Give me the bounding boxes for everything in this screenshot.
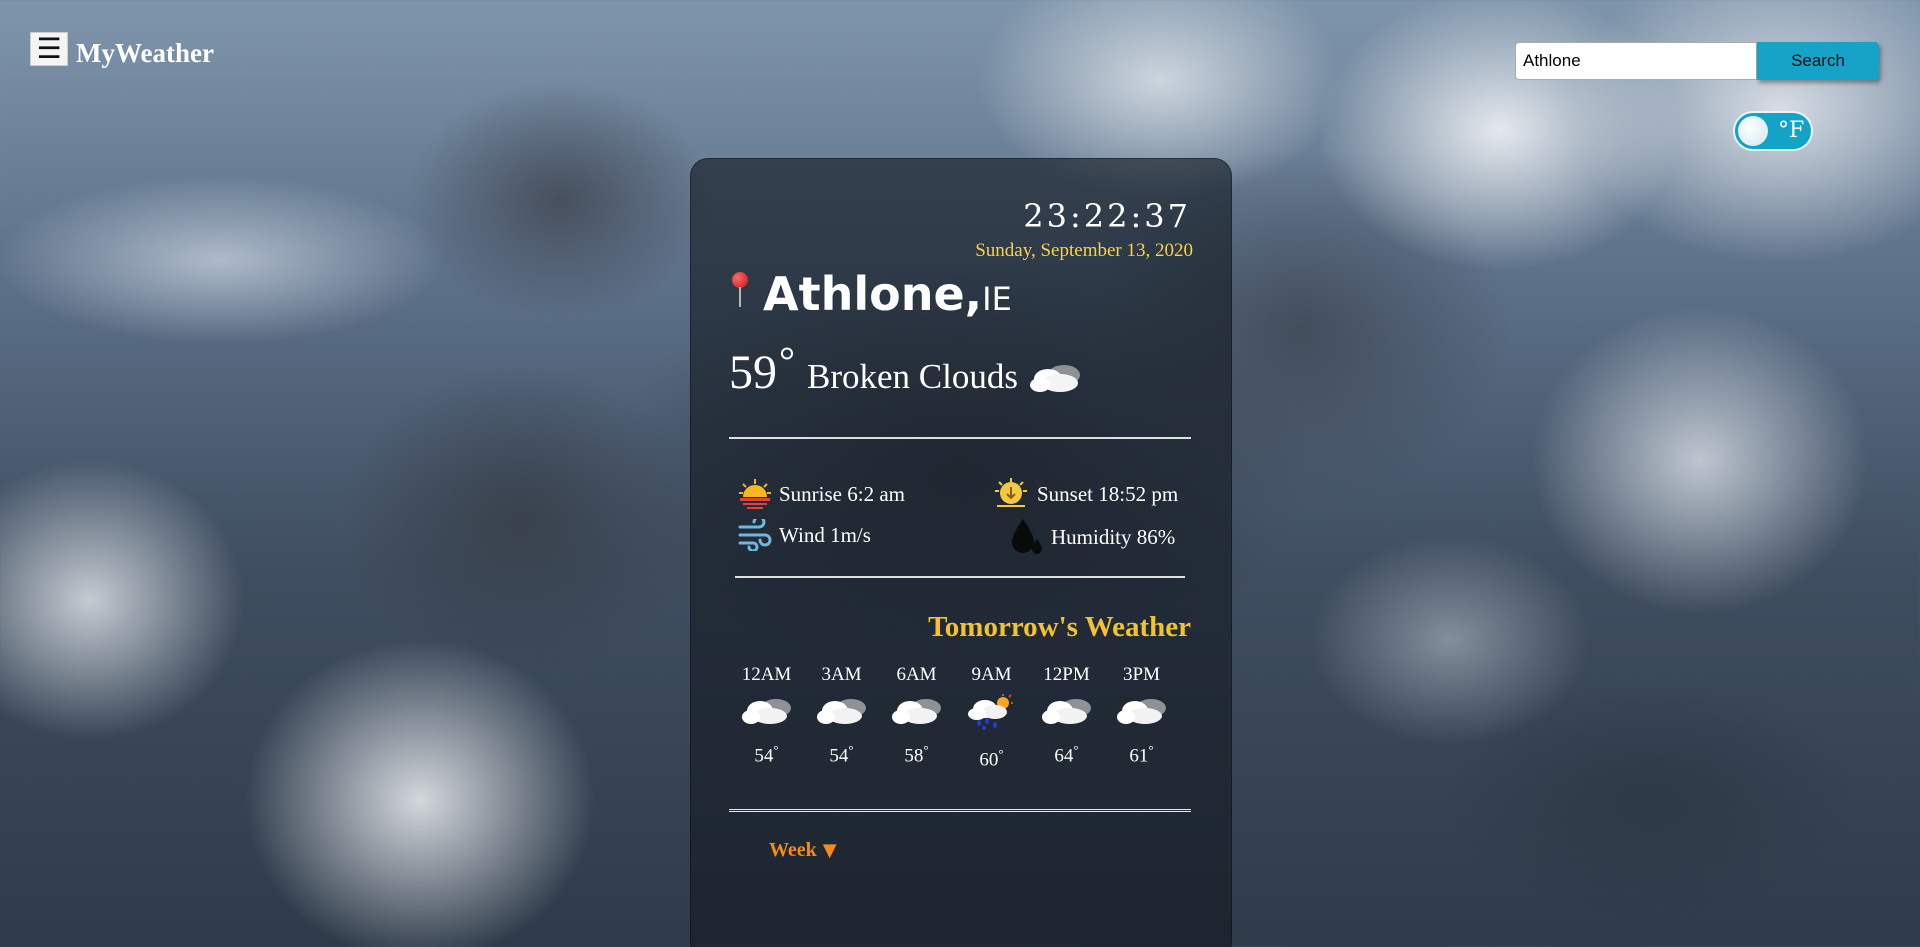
hour-temp-value: 60 xyxy=(979,749,999,771)
chevron-down-icon: ▼ xyxy=(822,840,837,861)
hour-forecast: 12AM 54° xyxy=(729,664,804,771)
wind-stat: Wind 1m/s xyxy=(737,519,871,551)
wind-icon xyxy=(738,519,772,551)
toggle-knob xyxy=(1738,116,1768,146)
hour-time: 12PM xyxy=(1043,664,1090,685)
sunset-stat: Sunset 18:52 pm xyxy=(991,477,1178,511)
wind-text: Wind 1m/s xyxy=(779,522,871,547)
cloudy-icon xyxy=(891,699,941,724)
sunset-text: Sunset 18:52 pm xyxy=(1037,481,1179,506)
current-temperature: 59 xyxy=(729,346,777,399)
tomorrow-title: Tomorrow's Weather xyxy=(928,611,1191,643)
hour-temp-value: 54 xyxy=(829,745,849,767)
country-code: IE xyxy=(982,280,1012,318)
hour-temp-value: 61 xyxy=(1129,745,1149,767)
search-input[interactable] xyxy=(1515,42,1757,80)
current-date: Sunday, September 13, 2020 xyxy=(975,240,1193,261)
cloud-icon xyxy=(1029,365,1080,392)
hour-temp: 54° xyxy=(729,742,804,767)
current-time: 23:22:37 xyxy=(1023,197,1191,235)
degree-symbol: ° xyxy=(923,742,929,757)
unit-label: °F xyxy=(1778,118,1805,143)
cloudy-icon xyxy=(1116,699,1166,724)
degree-symbol: ° xyxy=(779,338,795,383)
divider xyxy=(729,809,1191,812)
degree-symbol: ° xyxy=(1148,742,1154,757)
app-header: ☰ MyWeather xyxy=(30,32,214,68)
degree-symbol: ° xyxy=(773,742,779,757)
hour-forecast: 9AM 60° xyxy=(954,664,1029,771)
sunrise-stat: Sunrise 6:2 am xyxy=(737,477,905,511)
hour-temp-value: 58 xyxy=(904,745,924,767)
hourly-forecast: 12AM 54° 3AM 54° 6AM 58° 9AM 60° 12PM 64… xyxy=(729,664,1199,771)
hour-time: 9AM xyxy=(971,664,1012,685)
week-toggle[interactable]: Week ▼ xyxy=(769,839,837,862)
humidity-text: Humidity 86% xyxy=(1051,524,1176,549)
hour-temp: 64° xyxy=(1029,742,1104,767)
hour-temp: 58° xyxy=(879,742,954,767)
degree-symbol: ° xyxy=(998,746,1004,761)
hour-temp: 54° xyxy=(804,742,879,767)
hour-forecast: 12PM 64° xyxy=(1029,664,1104,771)
degree-symbol: ° xyxy=(1073,742,1079,757)
hour-temp-value: 64 xyxy=(1054,745,1074,767)
city-name: Athlone, xyxy=(763,267,983,321)
cloudy-icon xyxy=(1041,699,1091,724)
divider xyxy=(729,437,1191,439)
weather-description: Broken Clouds xyxy=(807,357,1018,396)
divider xyxy=(735,576,1185,578)
location-pin-icon xyxy=(729,272,751,310)
hour-temp-value: 54 xyxy=(754,745,774,767)
week-label: Week xyxy=(769,839,817,861)
hour-forecast: 6AM 58° xyxy=(879,664,954,771)
hour-time: 3PM xyxy=(1123,664,1160,685)
sunrise-text: Sunrise 6:2 am xyxy=(779,481,905,506)
cloudy-icon xyxy=(741,699,791,724)
sunset-icon xyxy=(995,478,1027,507)
hour-time: 12AM xyxy=(741,664,792,685)
hour-temp: 60° xyxy=(954,746,1029,771)
current-conditions: 59 ° Broken Clouds xyxy=(729,338,1084,399)
rain-sun-icon xyxy=(967,694,1013,730)
unit-toggle[interactable]: °F xyxy=(1733,111,1813,151)
humidity-icon xyxy=(1012,519,1042,554)
hamburger-menu-icon[interactable]: ☰ xyxy=(30,32,68,66)
hour-forecast: 3PM 61° xyxy=(1104,664,1179,771)
hour-time: 3AM xyxy=(821,664,862,685)
location: Athlone, IE xyxy=(729,267,1012,321)
search-bar: Search xyxy=(1515,42,1879,80)
humidity-stat: Humidity 86% xyxy=(1009,517,1175,557)
degree-symbol: ° xyxy=(848,742,854,757)
hour-time: 6AM xyxy=(896,664,937,685)
weather-card: 23:22:37 Sunday, September 13, 2020 Athl… xyxy=(690,158,1232,947)
cloudy-icon xyxy=(816,699,866,724)
search-button[interactable]: Search xyxy=(1757,42,1879,80)
hour-temp: 61° xyxy=(1104,742,1179,767)
hour-forecast: 3AM 54° xyxy=(804,664,879,771)
app-title: MyWeather xyxy=(76,37,214,68)
sunrise-icon xyxy=(739,479,771,509)
